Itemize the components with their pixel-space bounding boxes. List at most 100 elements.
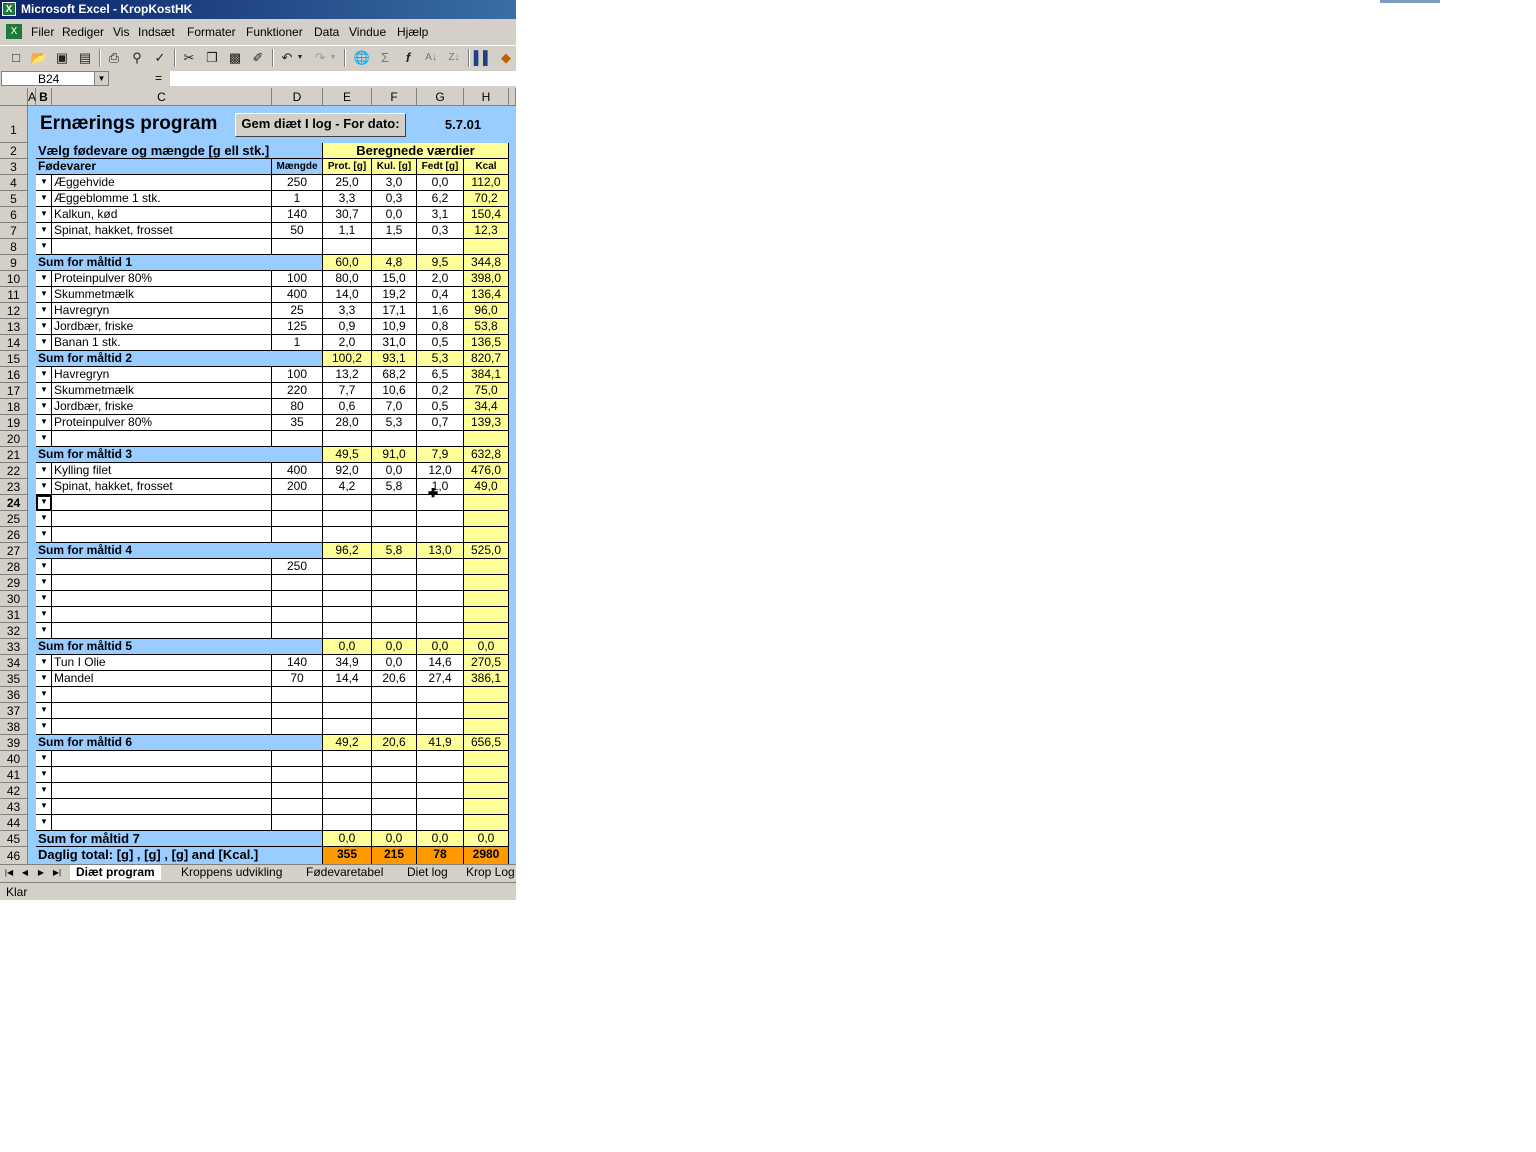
quantity-cell[interactable]	[272, 719, 323, 735]
food-dropdown-cell[interactable]: ▼	[36, 719, 52, 735]
row-header[interactable]: 3	[0, 159, 28, 175]
first-sheet-icon[interactable]: |◀	[2, 866, 16, 880]
food-name-cell[interactable]	[52, 559, 272, 575]
row-header[interactable]: 35	[0, 671, 28, 687]
food-dropdown-cell[interactable]: ▼	[36, 671, 52, 687]
chevron-down-icon[interactable]: ▼	[37, 799, 51, 813]
menu-funktioner[interactable]: Funktioner	[246, 25, 303, 39]
chevron-down-icon[interactable]: ▼	[37, 591, 51, 605]
quantity-cell[interactable]	[272, 815, 323, 831]
save-icon[interactable]: ▣	[52, 48, 72, 68]
row-header[interactable]: 14	[0, 335, 28, 351]
chevron-down-icon[interactable]: ▼	[94, 72, 108, 85]
menu-indsaet[interactable]: Indsæt	[138, 25, 175, 39]
row-header[interactable]: 1	[0, 106, 28, 143]
food-dropdown-cell[interactable]: ▼	[36, 623, 52, 639]
menu-vindue[interactable]: Vindue	[349, 25, 386, 39]
row-header[interactable]: 30	[0, 591, 28, 607]
menu-hjaelp[interactable]: Hjælp	[397, 25, 428, 39]
food-name-cell[interactable]: Mandel	[52, 671, 272, 687]
column-header-e[interactable]: E	[323, 88, 372, 106]
food-dropdown-cell[interactable]: ▼	[36, 239, 52, 255]
food-name-cell[interactable]	[52, 783, 272, 799]
chevron-down-icon[interactable]: ▼	[37, 559, 51, 573]
row-header[interactable]: 27	[0, 543, 28, 559]
quantity-cell[interactable]	[272, 527, 323, 543]
quantity-cell[interactable]: 125	[272, 319, 323, 335]
quantity-cell[interactable]	[272, 495, 323, 511]
food-name-cell[interactable]: Æggeblomme 1 stk.	[52, 191, 272, 207]
row-header[interactable]: 12	[0, 303, 28, 319]
name-box[interactable]: B24 ▼	[1, 71, 109, 86]
chevron-down-icon[interactable]: ▼	[37, 719, 51, 733]
column-header-b[interactable]: B	[36, 88, 52, 106]
chart-wizard-icon[interactable]: ▌▌	[473, 48, 493, 68]
chevron-down-icon[interactable]: ▼	[37, 223, 51, 237]
row-header[interactable]: 25	[0, 511, 28, 527]
food-dropdown-cell[interactable]: ▼	[36, 287, 52, 303]
food-dropdown-cell[interactable]: ▼	[36, 575, 52, 591]
quantity-cell[interactable]: 100	[272, 367, 323, 383]
food-dropdown-cell[interactable]: ▼	[36, 367, 52, 383]
select-all-corner[interactable]	[0, 88, 28, 106]
chevron-down-icon[interactable]: ▼	[37, 383, 51, 397]
quantity-cell[interactable]	[272, 431, 323, 447]
row-header[interactable]: 2	[0, 143, 28, 159]
food-dropdown-cell[interactable]: ▼	[36, 703, 52, 719]
row-header[interactable]: 11	[0, 287, 28, 303]
open-icon[interactable]: 📂	[29, 48, 49, 68]
column-header-h[interactable]: H	[464, 88, 509, 106]
tab-diet-log[interactable]: Diet log	[407, 865, 448, 880]
sort-descending-icon[interactable]: Z↓	[444, 48, 464, 68]
quantity-cell[interactable]: 80	[272, 399, 323, 415]
tab-diaet-program[interactable]: Diæt program	[70, 865, 161, 880]
food-dropdown-cell[interactable]: ▼	[36, 207, 52, 223]
row-header[interactable]: 42	[0, 783, 28, 799]
cut-icon[interactable]: ✂	[179, 48, 199, 68]
food-name-cell[interactable]: Havregryn	[52, 367, 272, 383]
quantity-cell[interactable]: 70	[272, 671, 323, 687]
quantity-cell[interactable]: 50	[272, 223, 323, 239]
chevron-down-icon[interactable]: ▼	[37, 655, 51, 669]
chevron-down-icon[interactable]: ▼	[37, 191, 51, 205]
row-header[interactable]: 24	[0, 495, 28, 511]
menu-rediger[interactable]: Rediger	[62, 25, 104, 39]
food-dropdown-cell[interactable]: ▼	[36, 591, 52, 607]
row-header[interactable]: 19	[0, 415, 28, 431]
row-header[interactable]: 21	[0, 447, 28, 463]
row-header[interactable]: 20	[0, 431, 28, 447]
new-icon[interactable]: □	[6, 48, 26, 68]
chevron-down-icon[interactable]: ▼	[37, 687, 51, 701]
food-dropdown-cell[interactable]: ▼	[36, 559, 52, 575]
chevron-down-icon[interactable]: ▼	[37, 751, 51, 765]
chevron-down-icon[interactable]: ▼	[37, 207, 51, 221]
food-dropdown-cell[interactable]: ▼	[36, 463, 52, 479]
next-sheet-icon[interactable]: ▶	[34, 866, 48, 880]
chevron-down-icon[interactable]: ▼	[37, 815, 51, 829]
quantity-cell[interactable]	[272, 607, 323, 623]
column-header-f[interactable]: F	[372, 88, 417, 106]
quantity-cell[interactable]: 220	[272, 383, 323, 399]
chevron-down-icon[interactable]: ▼	[37, 527, 51, 541]
row-header[interactable]: 38	[0, 719, 28, 735]
row-header[interactable]: 44	[0, 815, 28, 831]
quantity-cell[interactable]	[272, 623, 323, 639]
spelling-icon[interactable]: ✓	[150, 48, 170, 68]
food-dropdown-cell[interactable]: ▼	[36, 479, 52, 495]
food-name-cell[interactable]	[52, 527, 272, 543]
menu-formater[interactable]: Formater	[187, 25, 236, 39]
row-header[interactable]: 46	[0, 847, 28, 864]
copy-icon[interactable]: ❐	[202, 48, 222, 68]
row-header[interactable]: 36	[0, 687, 28, 703]
chevron-down-icon[interactable]: ▼	[37, 415, 51, 429]
paste-icon[interactable]: ▩	[225, 48, 245, 68]
chevron-down-icon[interactable]: ▼	[37, 575, 51, 589]
food-name-cell[interactable]: Proteinpulver 80%	[52, 415, 272, 431]
food-dropdown-cell[interactable]: ▼	[36, 303, 52, 319]
column-header-d[interactable]: D	[272, 88, 323, 106]
tab-foedevaretabel[interactable]: Fødevaretabel	[306, 865, 383, 880]
column-header-g[interactable]: G	[417, 88, 464, 106]
quantity-cell[interactable]: 140	[272, 207, 323, 223]
chevron-down-icon[interactable]: ▼	[37, 399, 51, 413]
chevron-down-icon[interactable]: ▼	[37, 607, 51, 621]
